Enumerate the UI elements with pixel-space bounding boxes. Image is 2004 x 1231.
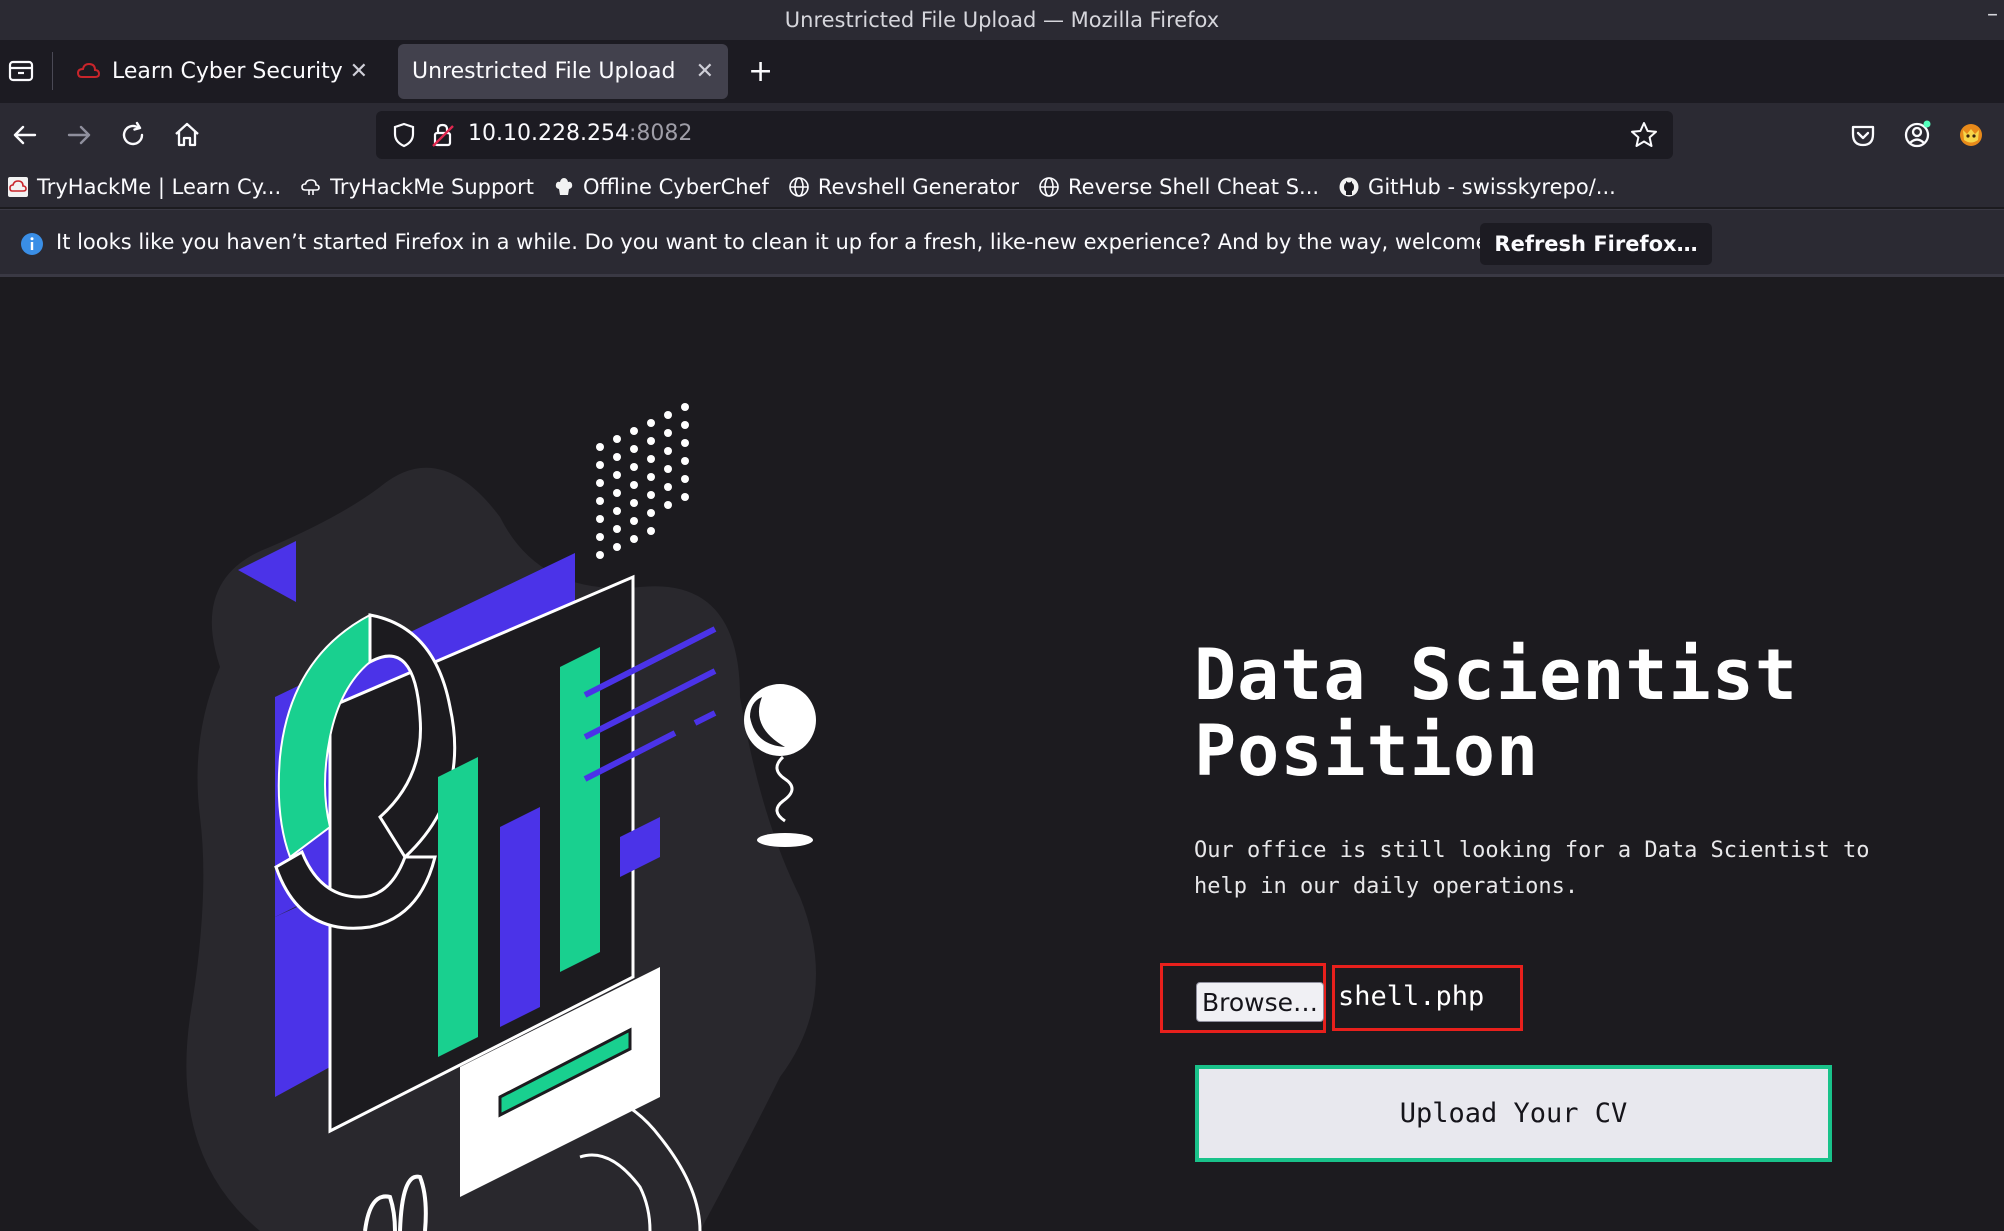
support-cloud-icon <box>301 179 320 195</box>
page-content: Data Scientist Position Our office is st… <box>0 277 2004 1231</box>
bookmark-star-icon[interactable] <box>1629 120 1659 150</box>
bookmark-revshell-generator[interactable]: Revshell Generator <box>788 175 1019 199</box>
page-title-line2: Position <box>1194 710 1540 792</box>
tab-label: Unrestricted File Upload <box>412 59 676 84</box>
bookmark-label: Revshell Generator <box>817 175 1020 199</box>
description-line2: help in our daily operations. <box>1194 874 1579 899</box>
extension-fox-icon[interactable] <box>1954 118 1988 152</box>
url-text[interactable]: 10.10.228.254:8082 <box>468 121 692 146</box>
tryhackme-cloud-icon <box>76 62 100 78</box>
upload-cv-button[interactable]: Upload Your CV <box>1195 1065 1832 1162</box>
url-bar[interactable]: 10.10.228.254:8082 <box>376 111 1673 159</box>
close-icon[interactable]: ✕ <box>350 59 368 84</box>
url-port: :8082 <box>628 121 693 146</box>
navigation-toolbar: 10.10.228.254:8082 <box>0 103 2004 167</box>
refresh-firefox-button[interactable]: Refresh Firefox… <box>1480 223 1712 265</box>
description-line1: Our office is still looking for a Data S… <box>1194 838 1870 863</box>
bookmark-github-swisskyrepo[interactable]: GitHub - swisskyrepo/... <box>1338 175 1616 199</box>
tab-learn-cyber-security[interactable]: Learn Cyber Security | Try ✕ <box>62 44 382 99</box>
bookmark-tryhackme[interactable]: TryHackMe | Learn Cy... <box>7 175 281 199</box>
bookmark-reverse-shell-cheat-sheet[interactable]: Reverse Shell Cheat S... <box>1038 175 1319 199</box>
chef-hat-icon <box>555 178 573 195</box>
tab-strip: Learn Cyber Security | Try ✕ Unrestricte… <box>0 40 2004 103</box>
page-title: Data Scientist Position <box>1194 637 1954 789</box>
bookmark-label: Offline CyberChef <box>583 175 769 199</box>
tryhackme-icon <box>8 177 28 197</box>
globe-icon <box>789 177 809 197</box>
info-icon <box>21 233 43 255</box>
data-science-illustration <box>186 403 816 1231</box>
new-tab-button[interactable]: + <box>748 54 773 90</box>
close-icon[interactable]: ✕ <box>696 59 714 84</box>
reload-icon[interactable] <box>116 118 150 152</box>
insecure-lock-icon[interactable] <box>429 121 457 149</box>
refresh-notification-bar: It looks like you haven’t started Firefo… <box>0 209 2004 277</box>
tab-unrestricted-file-upload[interactable]: Unrestricted File Upload ✕ <box>398 44 728 99</box>
bookmark-label: GitHub - swisskyrepo/... <box>1368 175 1616 199</box>
globe-icon <box>1039 177 1059 197</box>
tab-divider <box>52 52 53 90</box>
selected-file-name: shell.php <box>1338 981 1485 1012</box>
minimize-icon[interactable]: – <box>1987 2 1998 27</box>
url-host: 10.10.228.254 <box>468 121 629 146</box>
page-description: Our office is still looking for a Data S… <box>1194 833 1994 905</box>
tracking-protection-shield-icon[interactable] <box>390 121 418 149</box>
upload-cv-label: Upload Your CV <box>1399 1098 1628 1129</box>
bookmarks-toolbar: TryHackMe | Learn Cy... TryHackMe Suppor… <box>0 167 2004 207</box>
tab-list-icon[interactable] <box>4 52 40 88</box>
back-arrow-icon[interactable] <box>8 118 42 152</box>
tab-label: Learn Cyber Security | Try <box>112 59 342 84</box>
github-icon <box>1339 177 1359 197</box>
browse-file-button[interactable]: Browse… <box>1196 982 1324 1022</box>
window-titlebar: Unrestricted File Upload — Mozilla Firef… <box>0 0 2004 40</box>
window-title: Unrestricted File Upload — Mozilla Firef… <box>784 8 1220 32</box>
account-icon[interactable] <box>1900 118 1934 152</box>
page-title-line1: Data Scientist <box>1194 634 1799 716</box>
bookmark-tryhackme-support[interactable]: TryHackMe Support <box>300 175 534 199</box>
bookmark-label: TryHackMe | Learn Cy... <box>37 175 282 199</box>
bookmark-offline-cyberchef[interactable]: Offline CyberChef <box>553 175 769 199</box>
bookmark-label: TryHackMe Support <box>330 175 535 199</box>
forward-arrow-icon[interactable] <box>62 118 96 152</box>
pocket-icon[interactable] <box>1846 118 1880 152</box>
home-icon[interactable] <box>170 118 204 152</box>
notification-message: It looks like you haven’t started Firefo… <box>56 230 1554 254</box>
bookmark-label: Reverse Shell Cheat S... <box>1068 175 1320 199</box>
